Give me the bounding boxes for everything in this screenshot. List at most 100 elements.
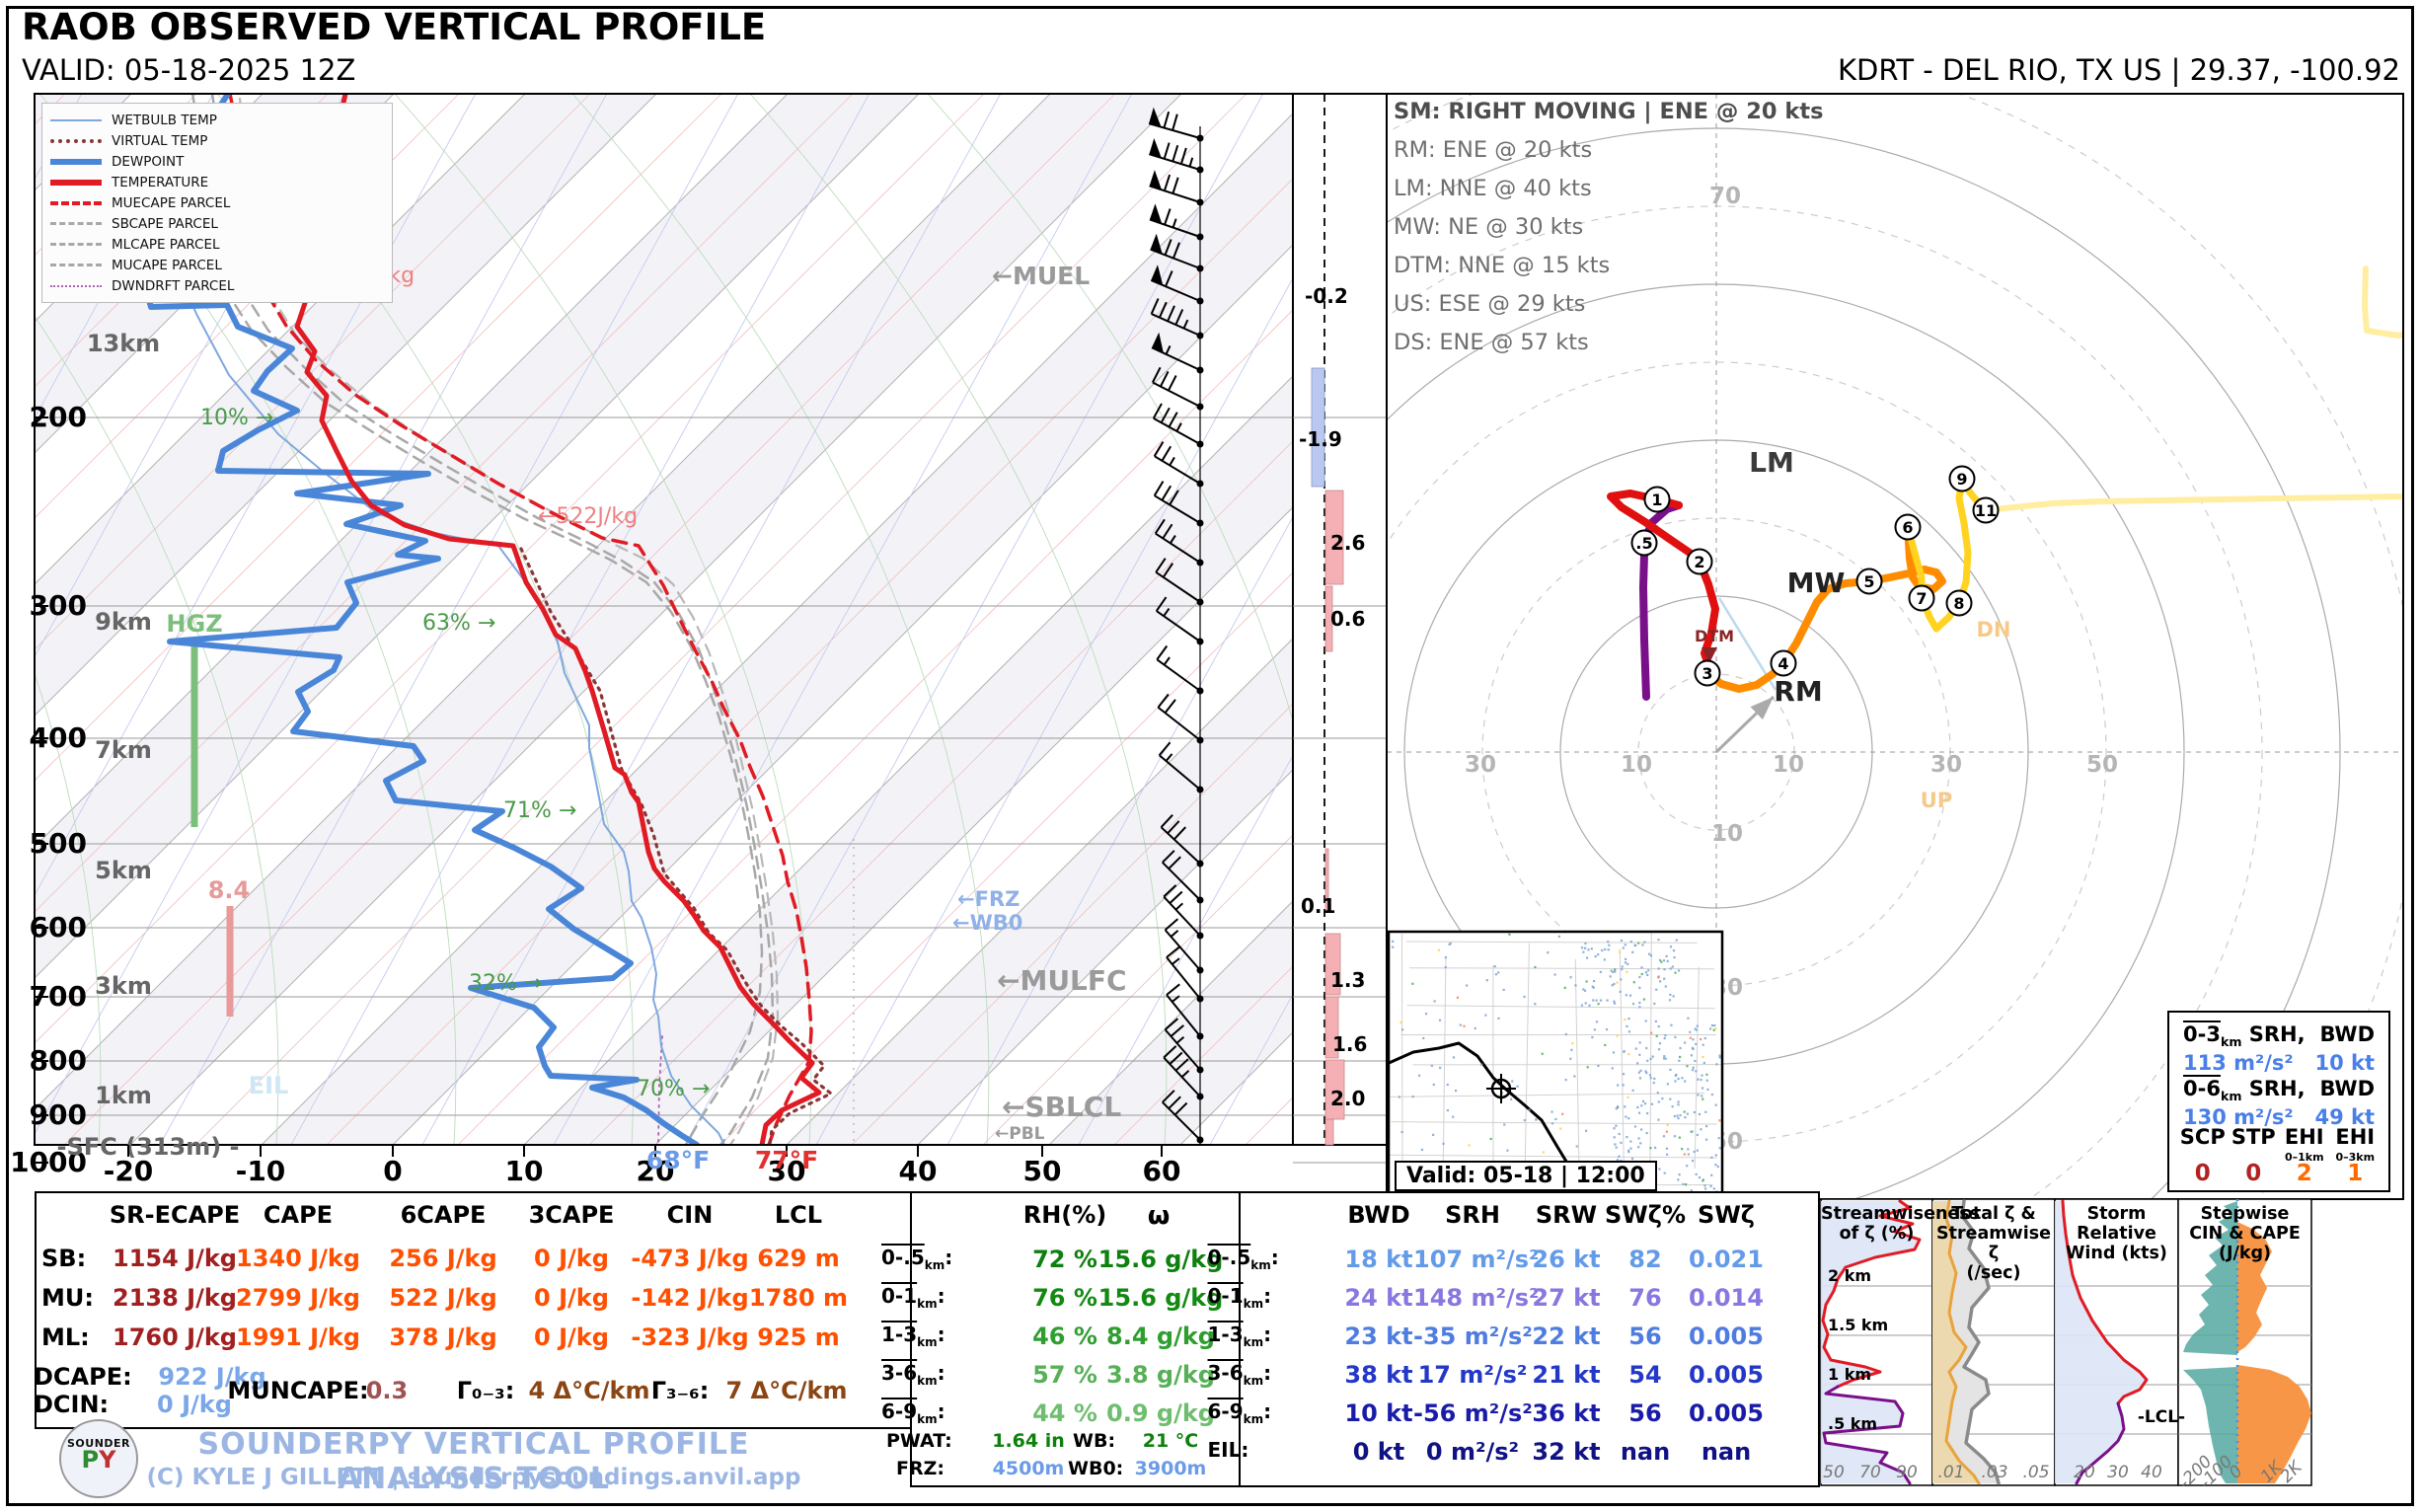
frz-value: 4500m [984,1458,1073,1479]
svg-text:400: 400 [30,721,87,754]
svg-text:←MUEL: ←MUEL [992,262,1090,290]
svg-text:DN: DN [1976,618,2010,642]
svg-text:900: 900 [30,1098,87,1131]
pwat-value: 1.64 in [984,1430,1073,1452]
mini-panel-title-1: Total ζ & Streamwise ζ (/sec) [1932,1204,2055,1283]
cape-table: SR-ECAPECAPE6CAPE3CAPECINLCLSB:1154 J/kg… [35,1191,914,1429]
svg-text:2.6: 2.6 [1330,531,1365,555]
mini-panel-title-3: Stepwise CIN & CAPE (J/kg) [2178,1204,2311,1263]
svg-text:10: 10 [505,1155,544,1187]
srh-0-6-label: 0-6km SRH, [2183,1077,2306,1103]
svg-text:10% →: 10% → [200,406,273,430]
shear-value: 0.005 [1667,1399,1785,1427]
cape-value: 522 J/kg [369,1284,517,1312]
svg-text:1km: 1km [95,1082,152,1109]
legend-label: SBCAPE PARCEL [112,216,218,232]
svg-text:-10: -10 [236,1155,286,1187]
shear-row-label: EIL: [1208,1438,1302,1462]
muncape-value: 0.3 [352,1377,421,1404]
shear-header-1: SRH [1418,1201,1527,1229]
wb0-value: 3900m [1126,1458,1215,1479]
cape-value: 629 m [724,1245,872,1272]
legend-swatch [50,243,102,246]
valid-timestamp: VALID: 05-18-2025 12Z [22,53,355,87]
svg-text:7km: 7km [95,736,152,764]
cape-value: 925 m [724,1323,872,1351]
svg-text:5km: 5km [95,857,152,884]
mini-panel-title-2: Storm Relative Wind (kts) [2055,1204,2178,1263]
svg-text:10: 10 [1773,752,1804,778]
cape-header-LCL: LCL [724,1201,872,1229]
shear-header-4: SWζ [1672,1201,1780,1229]
shear-row-label: 3-6km: [1208,1361,1302,1388]
legend-swatch [50,159,102,165]
svg-text:.5 km: .5 km [1828,1414,1877,1433]
cape-value: 1991 J/kg [224,1323,372,1351]
shear-row-label: 6-9km: [1208,1399,1302,1426]
svg-text:71% →: 71% → [503,798,576,823]
legend-swatch [50,180,102,186]
legend-swatch [50,222,102,225]
legend-item-5: SBCAPE PARCEL [50,213,384,234]
cape-value: 2799 J/kg [224,1284,372,1312]
svg-text:-0.2: -0.2 [1305,284,1348,308]
svg-text:77°F: 77°F [755,1146,818,1174]
kinematics-table: BWDSRHSRWSWζ%SWζ0-.5km:18 kt107 m²/s²26 … [1239,1191,1820,1487]
legend-item-6: MLCAPE PARCEL [50,234,384,255]
rh-row-label: 0-1km: [881,1284,970,1311]
inset-map [1387,932,1722,1199]
omega-header: ω [1129,1201,1188,1231]
svg-text:-LCL-: -LCL- [2138,1407,2185,1427]
svg-text:←MULFC: ←MULFC [997,964,1127,997]
map-valid-badge: Valid: 05-18 | 12:00 [1395,1161,1657,1191]
legend-item-4: MUECAPE PARCEL [50,192,384,213]
bwd-0-3-label: BWD [2320,1022,2375,1049]
legend-label: DEWPOINT [112,154,184,170]
legend-item-2: DEWPOINT [50,151,384,172]
svg-text:1.6: 1.6 [1332,1032,1367,1056]
svg-text:DTM: DTM [1695,627,1734,645]
svg-text:10: 10 [1621,752,1652,778]
legend-label: DWNDRFT PARCEL [112,278,234,294]
cape-value: 378 J/kg [369,1323,517,1351]
svg-text:8: 8 [1953,594,1964,613]
muncape-label: MUNCAPE: [224,1377,372,1404]
sm-line-2: LM: NNE @ 40 kts [1394,176,1887,214]
svg-text:0.6: 0.6 [1330,607,1365,631]
page-title: RAOB OBSERVED VERTICAL PROFILE [22,6,766,48]
svg-text:1.5 km: 1.5 km [1828,1316,1888,1334]
mini-panel-title-0: Streamwiseness of ζ (%) [1821,1204,1932,1244]
logo-text-py: PY [61,1450,136,1470]
svg-text:0: 0 [383,1155,402,1187]
legend-label: WETBULB TEMP [112,113,217,128]
rh-row-label: 3-6km: [881,1361,970,1388]
storm-motion-block: SM: RIGHT MOVING | ENE @ 20 ktsRM: ENE @… [1394,99,1887,368]
svg-text:7: 7 [1916,589,1927,608]
moisture-table: RH(%)ω0-.5km:72 %15.6 g/kg0-1km:76 %15.6… [910,1191,1243,1487]
svg-text:40: 40 [899,1155,938,1187]
svg-text:0.1: 0.1 [1301,894,1335,918]
shear-value: 0.014 [1667,1284,1785,1312]
shear-row-label: 1-3km: [1208,1323,1302,1349]
svg-text:10: 10 [1711,821,1743,847]
wb-label: WB: [1073,1430,1122,1452]
svg-text:4: 4 [1777,654,1788,673]
svg-text:←FRZ: ←FRZ [957,887,1020,911]
svg-text:LM: LM [1749,446,1794,479]
legend-label: VIRTUAL TEMP [112,133,207,149]
frz-label: FRZ: [896,1458,955,1479]
svg-text:3: 3 [1702,664,1712,683]
legend-item-0: WETBULB TEMP [50,110,384,130]
svg-text:200: 200 [30,401,87,433]
index-value-0: 0 [2177,1166,2229,1182]
svg-text:30: 30 [1465,752,1496,778]
sm-line-1: RM: ENE @ 20 kts [1394,137,1887,176]
legend-item-7: MUCAPE PARCEL [50,255,384,275]
svg-text:20: 20 [2074,1463,2095,1482]
svg-text:800: 800 [30,1044,87,1077]
cape-value: 256 J/kg [369,1245,517,1272]
svg-text:8.4: 8.4 [208,876,251,904]
lapse-3-6-value: 7 Δ°C/km [713,1377,861,1404]
cape-header-CAPE: CAPE [224,1201,372,1229]
rh-row-label: 1-3km: [881,1323,970,1349]
